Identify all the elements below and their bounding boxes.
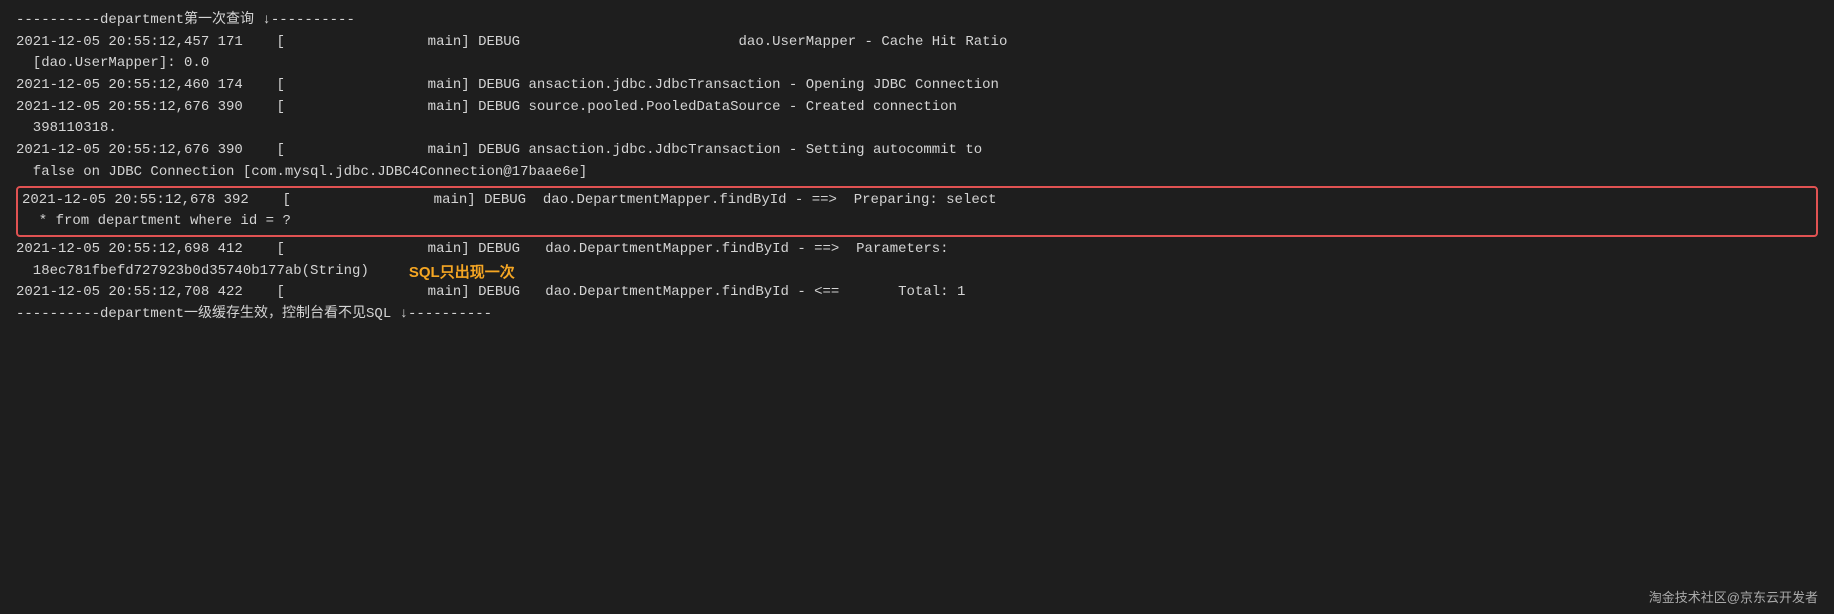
watermark: 淘金技术社区@京东云开发者 xyxy=(1649,587,1818,606)
log-line-3b: 398110318. xyxy=(16,118,1818,140)
log-line-3: 2021-12-05 20:55:12,676 390 [ main] DEBU… xyxy=(16,97,1818,119)
sql-annotation: SQL只出现一次 xyxy=(409,261,515,282)
log-line-5: 2021-12-05 20:55:12,698 412 [ main] DEBU… xyxy=(16,239,1818,261)
highlighted-line-2: * from department where id = ? xyxy=(22,211,1812,233)
separator-bottom: ----------department一级缓存生效，控制台看不见SQL ↓--… xyxy=(16,304,1818,326)
log-line-4: 2021-12-05 20:55:12,676 390 [ main] DEBU… xyxy=(16,140,1818,162)
log-container: ----------department第一次查询 ↓---------- 20… xyxy=(16,10,1818,326)
log-line-4b: false on JDBC Connection [com.mysql.jdbc… xyxy=(16,162,1818,184)
highlighted-line-1: 2021-12-05 20:55:12,678 392 [ main] DEBU… xyxy=(22,190,1812,212)
separator-top: ----------department第一次查询 ↓---------- xyxy=(16,10,1818,32)
log-line-5b: 18ec781fbefd727923b0d35740b177ab(String) xyxy=(16,261,369,283)
log-line-1b: [dao.UserMapper]: 0.0 xyxy=(16,53,1818,75)
highlighted-sql-box: 2021-12-05 20:55:12,678 392 [ main] DEBU… xyxy=(16,186,1818,237)
log-line-6: 2021-12-05 20:55:12,708 422 [ main] DEBU… xyxy=(16,282,1818,304)
log-line-1: 2021-12-05 20:55:12,457 171 [ main] DEBU… xyxy=(16,32,1818,54)
log-line-2: 2021-12-05 20:55:12,460 174 [ main] DEBU… xyxy=(16,75,1818,97)
